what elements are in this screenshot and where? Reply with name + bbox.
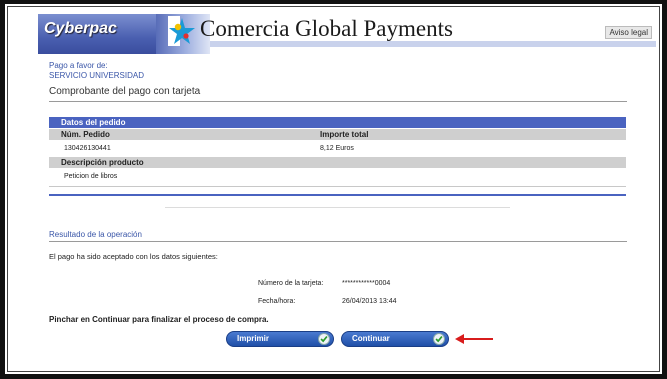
aviso-legal-link[interactable]: Aviso legal <box>605 26 652 39</box>
check-icon <box>318 333 330 345</box>
header: Cyberpac Comercia Global Payments Aviso … <box>38 14 656 54</box>
beneficiary-name: SERVICIO UNIVERSIDAD <box>49 71 144 80</box>
divider <box>49 186 626 187</box>
card-label: Número de la tarjeta: <box>258 280 324 287</box>
divider-light <box>165 207 510 208</box>
brand-logo: Comercia Global Payments <box>168 16 453 46</box>
product-header: Descripción producto <box>49 157 626 168</box>
divider-blue <box>49 194 626 196</box>
product-value: Peticion de libros <box>64 173 118 180</box>
cyberpac-logo-text: Cyberpac <box>44 20 117 37</box>
col-total: Importe total <box>320 130 369 139</box>
star-icon <box>169 18 195 44</box>
brand-name: Comercia Global Payments <box>200 16 453 41</box>
cyberpac-logo: Cyberpac <box>38 14 156 54</box>
date-label: Fecha/hora: <box>258 298 296 305</box>
check-icon <box>433 333 445 345</box>
order-total-value: 8,12 Euros <box>320 145 354 152</box>
divider <box>49 101 627 102</box>
divider <box>49 241 627 242</box>
print-button-label: Imprimir <box>237 334 270 343</box>
order-section-header: Datos del pedido <box>49 117 626 128</box>
card-value: ************0004 <box>342 280 391 287</box>
print-button[interactable]: Imprimir <box>226 331 334 347</box>
date-value: 26/04/2013 13:44 <box>342 298 397 305</box>
continue-button[interactable]: Continuar <box>341 331 449 347</box>
col-order-number: Núm. Pedido <box>61 130 110 139</box>
order-section-title: Datos del pedido <box>61 118 126 127</box>
continue-button-label: Continuar <box>352 334 390 343</box>
order-number-value: 130426130441 <box>64 145 111 152</box>
beneficiary-label: Pago a favor de: <box>49 61 108 70</box>
product-header-label: Descripción producto <box>61 158 144 167</box>
red-arrow-icon <box>455 334 493 344</box>
receipt-title: Comprobante del pago con tarjeta <box>49 86 201 97</box>
instruction-text: Pinchar en Continuar para finalizar el p… <box>49 315 269 324</box>
result-title: Resultado de la operación <box>49 230 142 239</box>
result-message: El pago ha sido aceptado con los datos s… <box>49 252 218 261</box>
order-columns-header: Núm. Pedido Importe total <box>49 129 626 140</box>
